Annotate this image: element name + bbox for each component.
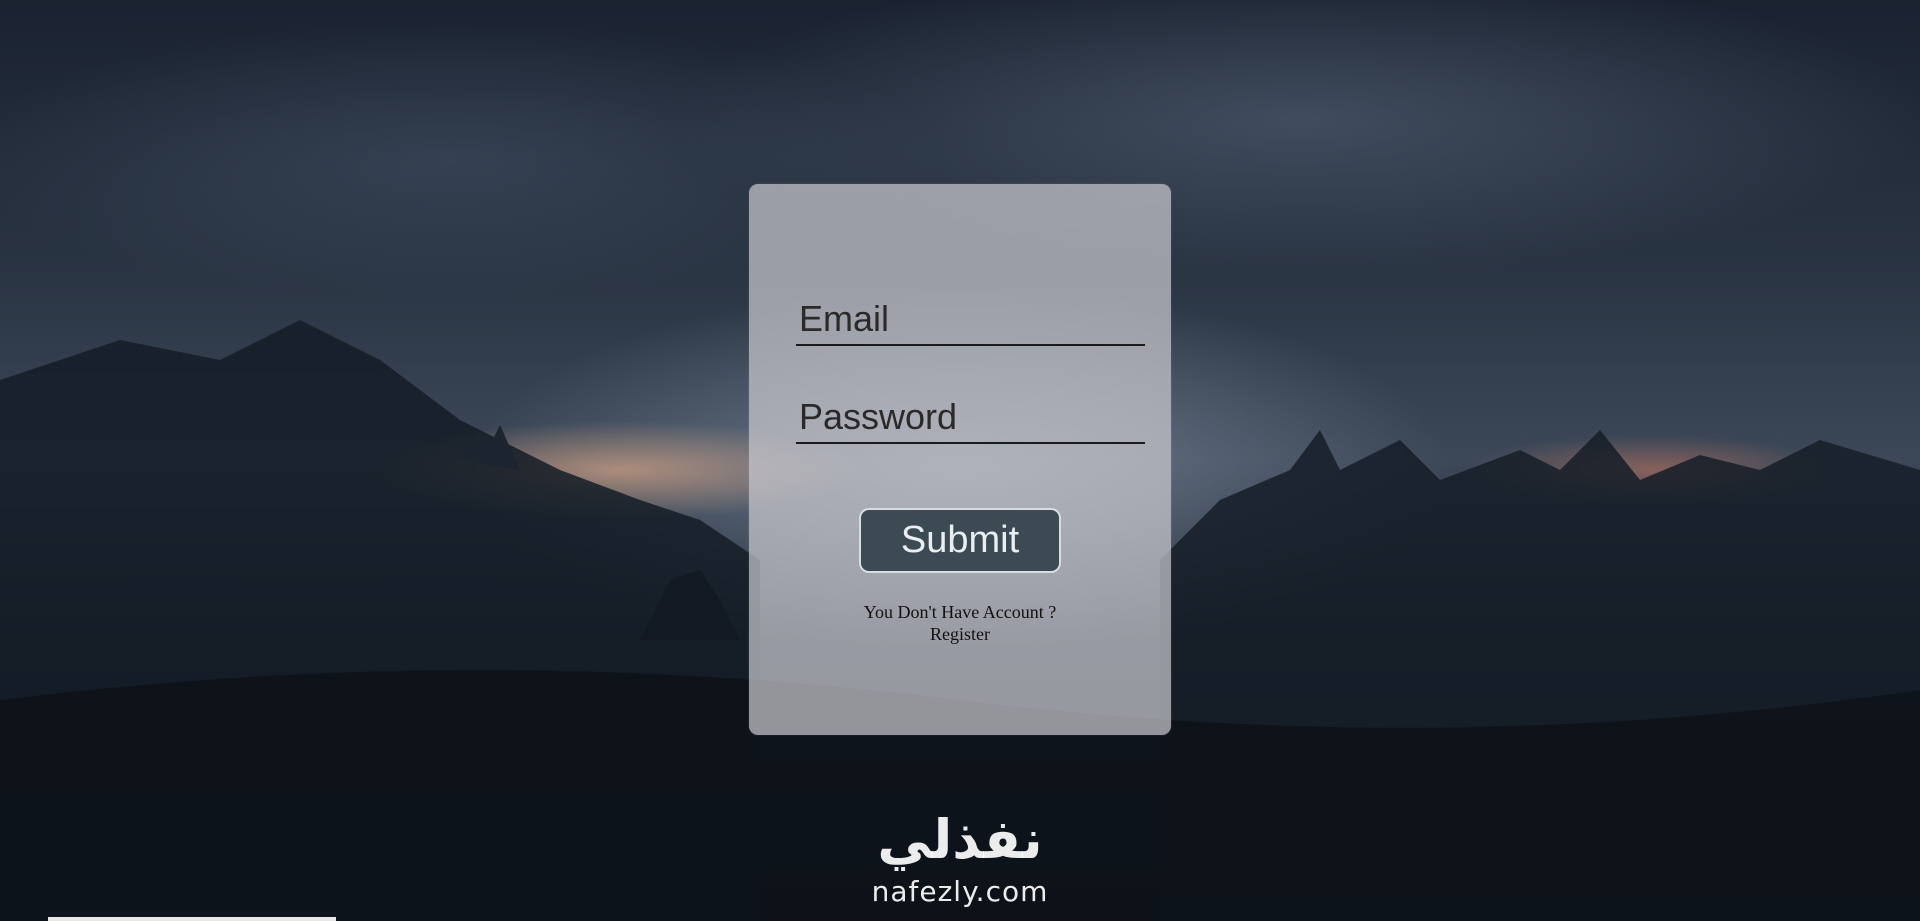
nafezly-watermark-logo: نفذلي nafezly.com: [840, 805, 1080, 921]
submit-button[interactable]: Submit: [859, 508, 1061, 573]
register-link[interactable]: Register: [749, 623, 1171, 645]
bottom-left-bar: [48, 917, 336, 921]
account-prompt-text: You Don't Have Account ?: [863, 602, 1057, 622]
login-card: Submit You Don't Have Account ? Register: [749, 184, 1171, 735]
watermark-latin-text: nafezly.com: [871, 875, 1049, 908]
password-field[interactable]: [796, 392, 1145, 444]
email-field[interactable]: [796, 294, 1145, 346]
watermark-arabic-text: نفذلي: [877, 808, 1044, 871]
